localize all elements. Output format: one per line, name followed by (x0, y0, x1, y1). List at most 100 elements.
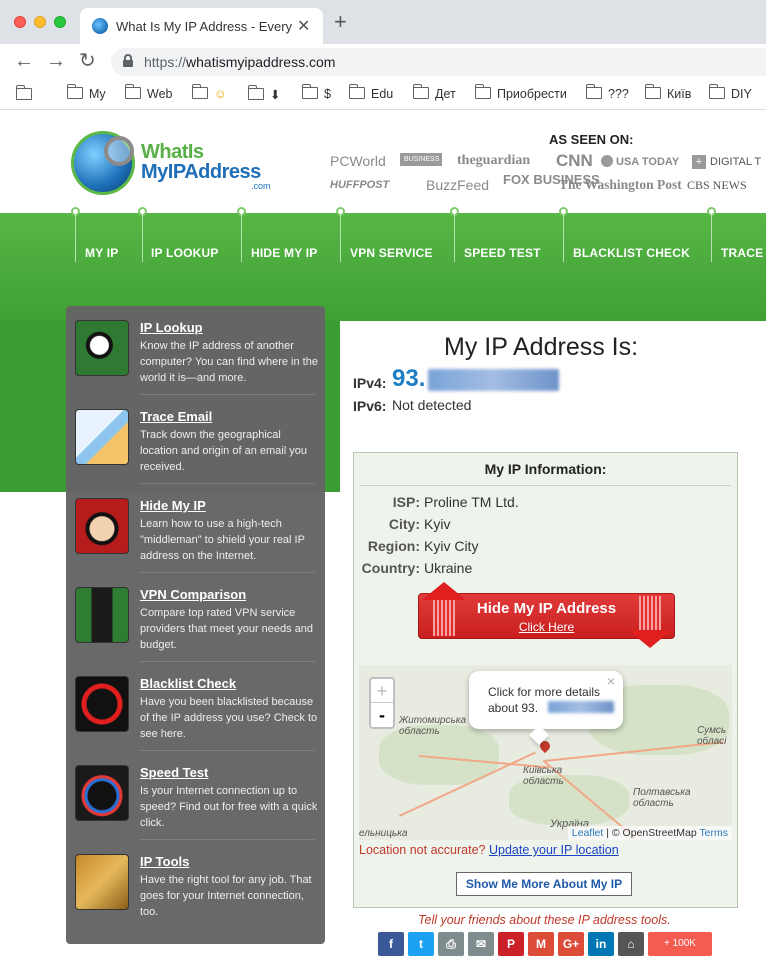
sidebar-item-desc: Is your Internet connection up to speed?… (140, 785, 318, 829)
map-popup[interactable]: × Click for more details about 93. (469, 671, 623, 745)
location-not-accurate: Location not accurate? Update your IP lo… (359, 843, 619, 857)
update-location-link[interactable]: Update your IP location (489, 843, 619, 857)
gmail-icon[interactable]: M (528, 932, 554, 956)
sidebar-item-desc: Track down the geographical location and… (140, 429, 307, 473)
sidebar-item-title[interactable]: IP Tools (140, 854, 189, 869)
hide-my-ip-button[interactable]: Hide My IP Address Click Here (418, 582, 675, 648)
leaflet-link[interactable]: Leaflet (572, 827, 604, 839)
terms-link[interactable]: Terms (699, 827, 728, 839)
nav-trace[interactable]: TRACE (721, 246, 763, 260)
sidebar-item-blacklist-check[interactable]: Blacklist Check Have you been blackliste… (66, 662, 325, 751)
url-text[interactable]: https://whatismyipaddress.com (144, 54, 335, 70)
maximize-window-button[interactable] (54, 16, 66, 28)
nav-divider (142, 214, 143, 262)
tab-title: What Is My IP Address - Everyt (116, 19, 292, 34)
close-tab-icon[interactable]: ✕ (297, 16, 310, 36)
bookmark-folder[interactable]: Web (124, 84, 172, 103)
sidebar-item-trace-email[interactable]: Trace Email Track down the geographical … (66, 395, 325, 484)
location-map[interactable]: Житомирська область Київська область Сум… (359, 665, 732, 840)
twitter-icon[interactable]: t (408, 932, 434, 956)
hide-my-ip-label[interactable]: Hide My IP Address (419, 600, 674, 617)
zoom-out-button[interactable]: - (371, 703, 393, 727)
ip-lookup-icon (75, 320, 129, 376)
ipv4-value[interactable]: 93. (392, 365, 425, 393)
info-title: My IP Information: (484, 461, 607, 477)
ip-tools-icon (75, 854, 129, 910)
country-value: Ukraine (424, 560, 473, 576)
nav-divider (75, 214, 76, 262)
reload-button[interactable]: ↻ (79, 50, 96, 72)
nav-vpn-service[interactable]: VPN SERVICE (350, 246, 433, 260)
browser-tab[interactable]: What Is My IP Address - Everyt ✕ (80, 8, 323, 44)
share-tagline: Tell your friends about these IP address… (418, 913, 671, 927)
bookmark-folder[interactable]: Київ (644, 84, 691, 103)
sidebar-item-vpn-comparison[interactable]: VPN Comparison Compare top rated VPN ser… (66, 573, 325, 662)
tab-bar: What Is My IP Address - Everyt ✕ + (0, 0, 766, 44)
logo-text: MyIPAddress (141, 161, 261, 183)
isp-label: ISP: (392, 494, 420, 510)
city-value: Kyiv (424, 516, 451, 532)
folder-icon (124, 84, 141, 99)
address-bar[interactable]: https://whatismyipaddress.com (111, 48, 766, 76)
sidebar-item-title[interactable]: Blacklist Check (140, 676, 236, 691)
sidebar-item-title[interactable]: VPN Comparison (140, 587, 246, 602)
google-plus-icon[interactable]: G+ (558, 932, 584, 956)
bookmark-folder[interactable]: Приобрести (474, 84, 567, 103)
map-attribution: Leaflet | © OpenStreetMap Terms (567, 826, 732, 840)
nav-speed-test[interactable]: SPEED TEST (464, 246, 541, 260)
nav-my-ip[interactable]: MY IP (85, 246, 118, 260)
bookmark-folder[interactable]: ??? (585, 84, 629, 103)
ipv6-value: Not detected (392, 397, 472, 413)
nav-divider (711, 214, 712, 262)
vpn-icon (75, 587, 129, 643)
folder-icon (66, 84, 83, 99)
click-here-link[interactable]: Click Here (419, 620, 674, 634)
sidebar-item-hide-my-ip[interactable]: Hide My IP Learn how to use a high-tech … (66, 484, 325, 573)
sidebar-item-title[interactable]: Trace Email (140, 409, 212, 424)
sidebar-item-title[interactable]: Speed Test (140, 765, 208, 780)
sidebar-item-title[interactable]: Hide My IP (140, 498, 206, 513)
bookmark-folder[interactable]: DIY (708, 84, 752, 103)
share-count-button[interactable]: + 100K (648, 932, 712, 956)
close-window-button[interactable] (14, 16, 26, 28)
nav-hide-my-ip[interactable]: HIDE MY IP (251, 246, 317, 260)
email-icon[interactable]: ✉ (468, 932, 494, 956)
show-more-button[interactable]: Show Me More About My IP (456, 872, 632, 896)
map-label: Сумсь обласі (697, 725, 727, 747)
minimize-window-button[interactable] (34, 16, 46, 28)
new-tab-button[interactable]: + (334, 11, 347, 33)
zoom-in-button[interactable]: + (371, 679, 393, 703)
folder-icon (412, 84, 429, 99)
folder-icon (644, 84, 661, 99)
forward-button[interactable]: → (46, 50, 66, 72)
linkedin-icon[interactable]: in (588, 932, 614, 956)
pinterest-icon[interactable]: P (498, 932, 524, 956)
nav-ip-lookup[interactable]: IP LOOKUP (151, 246, 219, 260)
sidebar-item-speed-test[interactable]: Speed Test Is your Internet connection u… (66, 751, 325, 840)
country-label: Country: (361, 560, 420, 576)
bookmark-folder[interactable]: ☺ (191, 84, 227, 103)
close-icon[interactable]: × (607, 673, 615, 689)
site-logo[interactable]: WhatIs MyIPAddress .com (71, 131, 281, 195)
bookmark-folder[interactable]: $ (301, 84, 331, 103)
bookmark-folder[interactable]: Дет (412, 84, 456, 103)
back-button[interactable]: ← (14, 50, 34, 72)
inbox-icon[interactable]: ⌂ (618, 932, 644, 956)
ip-information-panel: My IP Information: ISP: Proline TM Ltd. … (353, 452, 738, 908)
sidebar-item-desc: Know the IP address of another computer?… (140, 340, 318, 384)
nav-blacklist-check[interactable]: BLACKLIST CHECK (573, 246, 690, 260)
print-icon[interactable]: ⎙ (438, 932, 464, 956)
bookmark-folder[interactable]: My (66, 84, 106, 103)
osm-link[interactable]: OpenStreetMap (623, 827, 697, 839)
bookmark-folder[interactable]: ⬇ (247, 85, 280, 103)
sidebar-item-title[interactable]: IP Lookup (140, 320, 203, 335)
bookmark-folder[interactable]: Edu (348, 84, 393, 103)
sidebar-item-ip-tools[interactable]: IP Tools Have the right tool for any job… (66, 840, 325, 929)
facebook-icon[interactable]: f (378, 932, 404, 956)
folder-icon (301, 84, 318, 99)
media-logo: + DIGITAL T (692, 155, 761, 169)
sidebar-item-ip-lookup[interactable]: IP Lookup Know the IP address of another… (66, 306, 325, 395)
as-seen-on-title: AS SEEN ON: (549, 132, 634, 147)
folder-icon (15, 85, 32, 100)
bookmark-folder-apple[interactable] (15, 85, 38, 103)
